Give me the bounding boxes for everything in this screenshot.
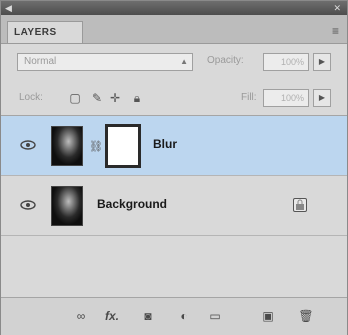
panel-titlebar[interactable]: ◀ ✕	[1, 1, 347, 15]
layer-thumbnail[interactable]	[51, 126, 83, 166]
collapse-icon[interactable]: ◀	[5, 2, 12, 14]
new-group-icon[interactable]: ▭	[205, 308, 225, 324]
fx-icon[interactable]: fx.	[101, 308, 123, 324]
close-icon[interactable]: ✕	[333, 2, 341, 14]
fill-label: Fill:	[241, 92, 257, 103]
fill-field[interactable]: 100%	[263, 89, 309, 107]
lock-position-icon[interactable]: ✛	[107, 90, 123, 106]
tab-strip: LAYERS ≡	[1, 15, 347, 44]
blend-row: Normal ▲ Opacity: 100% ▶	[1, 45, 347, 79]
layer-row-background[interactable]: Background	[1, 176, 347, 236]
link-layers-icon[interactable]: ∞	[71, 308, 91, 324]
layers-panel: ◀ ✕ LAYERS ≡ Normal ▲ Opacity: 100% ▶ Lo…	[0, 0, 348, 335]
blend-mode-value: Normal	[24, 56, 57, 67]
add-mask-icon[interactable]: ◙	[139, 308, 157, 324]
layer-list: ⛓ Blur Background	[1, 116, 347, 296]
new-layer-icon[interactable]: ▣	[259, 308, 277, 324]
layer-name[interactable]: Blur	[153, 137, 177, 151]
trash-icon[interactable]: 🗑︎	[297, 308, 315, 324]
opacity-field[interactable]: 100%	[263, 53, 309, 71]
layer-mask-thumbnail[interactable]	[105, 124, 141, 168]
adjustment-layer-icon[interactable]: ◐	[173, 308, 195, 324]
panel-menu-icon[interactable]: ≡	[332, 25, 339, 37]
opacity-dropdown-button[interactable]: ▶	[313, 53, 331, 71]
lock-transparent-pixels-icon[interactable]: ▢	[67, 90, 83, 106]
layer-thumbnail[interactable]	[51, 186, 83, 226]
layers-footer: ∞ fx. ◙ ◐ ▭ ▣ 🗑︎	[1, 297, 347, 335]
tab-layers[interactable]: LAYERS	[7, 21, 83, 43]
lock-label: Lock:	[19, 92, 43, 103]
visibility-eye-icon[interactable]	[19, 198, 37, 212]
lock-all-icon[interactable]: 🔒︎	[129, 90, 145, 106]
layer-lock-icon	[293, 198, 307, 212]
lock-image-pixels-icon[interactable]: ✎	[89, 90, 105, 106]
layer-name[interactable]: Background	[97, 197, 167, 211]
fill-dropdown-button[interactable]: ▶	[313, 89, 331, 107]
link-chain-icon[interactable]: ⛓	[89, 140, 103, 153]
lock-row: Lock: ▢ ✎ ✛ 🔒︎ Fill: 100% ▶	[1, 81, 347, 116]
visibility-eye-icon[interactable]	[19, 138, 37, 152]
layer-row-blur[interactable]: ⛓ Blur	[1, 116, 347, 176]
opacity-label: Opacity:	[207, 55, 244, 66]
blend-mode-select[interactable]: Normal ▲	[17, 53, 193, 71]
dropdown-arrows-icon: ▲	[180, 57, 188, 66]
